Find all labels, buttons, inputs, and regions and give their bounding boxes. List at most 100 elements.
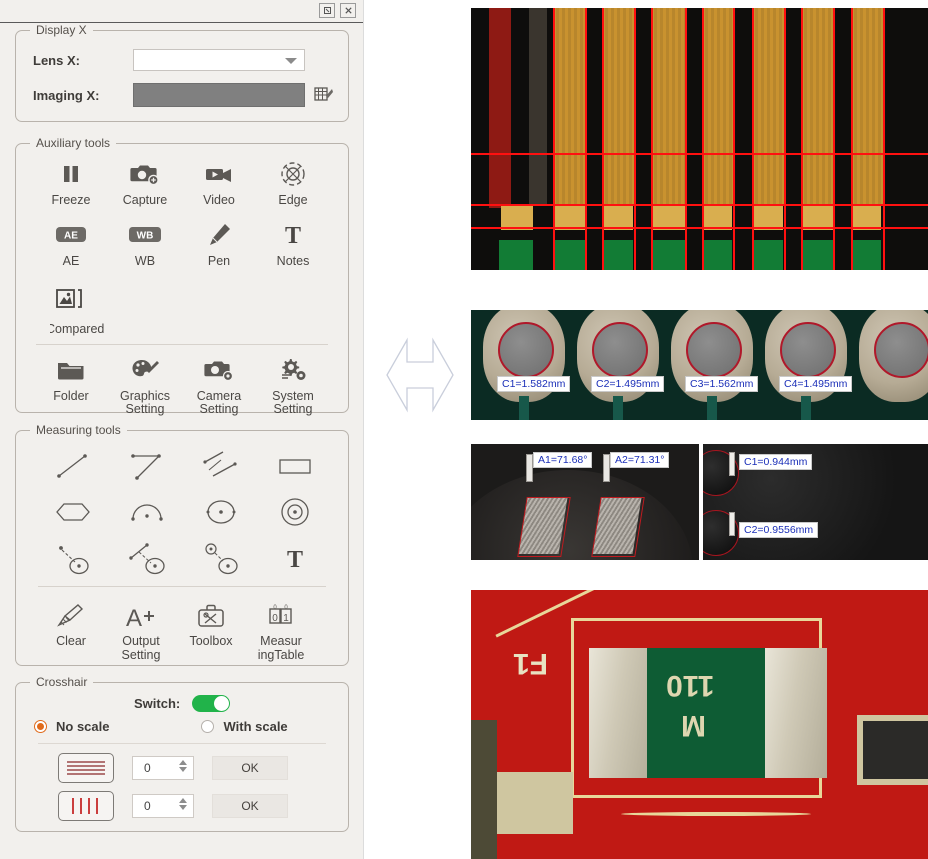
measure-text-annotation[interactable]: T — [258, 535, 332, 581]
auxiliary-tools-group: Auxiliary tools Freeze Capture Video Edg… — [15, 136, 349, 416]
horizontal-ok-button[interactable]: OK — [212, 756, 288, 780]
measure-rectangle[interactable] — [258, 443, 332, 489]
restore-window-icon[interactable] — [319, 3, 335, 18]
compare-image-icon — [54, 284, 88, 316]
solder-mask — [499, 240, 533, 270]
svg-text:T: T — [287, 547, 303, 573]
tool-video[interactable]: Video — [182, 158, 256, 207]
substrate-red-layer — [489, 8, 511, 208]
tool-system-setting[interactable]: System Setting — [256, 354, 330, 416]
action-label-line2: ingTable — [257, 647, 305, 662]
radio-label: No scale — [56, 719, 110, 734]
via-measurement-view[interactable]: C1=1.582mm C2=1.495mm C3=1.562mm C4=1.49… — [471, 310, 928, 420]
auxiliary-settings-grid: Folder Graphics Setting Camera Setting S… — [34, 354, 330, 428]
radio-indicator — [201, 720, 215, 733]
horizontal-count-input[interactable]: 0 — [132, 756, 194, 780]
lens-label: Lens X: — [33, 52, 80, 68]
tool-graphics-setting[interactable]: Graphics Setting — [108, 354, 182, 416]
crosshair-vertical — [883, 8, 885, 270]
close-window-icon[interactable] — [340, 3, 356, 18]
vertical-ok-button[interactable]: OK — [212, 794, 288, 818]
palette-icon — [130, 354, 160, 386]
crosshair-horizontal — [471, 204, 928, 206]
radio-no-scale[interactable]: No scale — [34, 719, 109, 734]
tool-compared[interactable] — [34, 284, 108, 316]
cross-section-view[interactable] — [471, 8, 928, 270]
spinner-up-icon[interactable] — [179, 798, 187, 803]
tool-edge[interactable]: Edge — [256, 158, 330, 207]
calibration-icon[interactable] — [314, 86, 334, 104]
tool-label: Freeze — [51, 193, 91, 207]
angle-measurement-view[interactable]: A1=71.68° A2=71.31° — [471, 444, 699, 560]
via-hole — [592, 322, 648, 378]
folder-icon — [56, 354, 86, 386]
horizontal-crosshair-row: 0 OK — [58, 753, 288, 783]
fuse-terminal — [765, 648, 827, 778]
imaging-field[interactable] — [133, 83, 305, 107]
angle-pin — [526, 454, 533, 482]
solder-mask — [851, 240, 881, 270]
action-output-setting[interactable]: A Output Setting — [106, 599, 176, 662]
tool-ae[interactable]: AE AE — [34, 219, 108, 268]
measure-point-to-circle[interactable] — [36, 535, 110, 581]
svg-text:0: 0 — [284, 605, 288, 611]
dark-column — [529, 8, 547, 204]
vertical-lines-icon[interactable] — [58, 791, 114, 821]
measure-parallel-lines[interactable] — [184, 443, 258, 489]
vertical-count-input[interactable]: 0 — [132, 794, 194, 818]
vertical-spinner-arrows[interactable] — [179, 798, 187, 810]
crosshair-vertical — [685, 8, 687, 270]
tool-notes[interactable]: T Notes — [256, 219, 330, 268]
auxiliary-divider — [36, 344, 328, 345]
measure-circle-to-circle[interactable] — [184, 535, 258, 581]
tool-folder[interactable]: Folder — [34, 354, 108, 416]
copper-column — [752, 8, 785, 204]
measure-circle[interactable] — [184, 489, 258, 535]
spinner-up-icon[interactable] — [179, 760, 187, 765]
action-label: Output Setting — [121, 634, 161, 662]
hole-pin — [729, 452, 735, 476]
horizontal-count-value: 0 — [144, 761, 151, 775]
action-measuring-table[interactable]: 0 1 0 0 Measur ingTable — [246, 599, 316, 662]
lens-dropdown[interactable] — [133, 49, 305, 71]
silkscreen-arc — [621, 812, 811, 816]
pcb-fuse-view[interactable]: F1 110 M — [471, 590, 928, 859]
tool-label: Graphics Setting — [119, 389, 171, 417]
tool-capture[interactable]: Capture — [108, 158, 182, 207]
gears-icon — [278, 354, 308, 386]
tool-wb[interactable]: WB WB — [108, 219, 182, 268]
measure-angle[interactable] — [110, 443, 184, 489]
tool-camera-setting[interactable]: Camera Setting — [182, 354, 256, 416]
copper-column — [602, 8, 635, 204]
tool-freeze[interactable]: Freeze — [34, 158, 108, 207]
radio-indicator — [34, 720, 47, 733]
spinner-down-icon[interactable] — [179, 805, 187, 810]
broom-icon — [56, 599, 86, 633]
measure-line[interactable] — [36, 443, 110, 489]
copper-column — [851, 8, 883, 204]
measurement-label: C2=1.495mm — [591, 376, 665, 392]
measure-arc[interactable] — [110, 489, 184, 535]
toolbox-icon — [195, 599, 227, 633]
measurement-label: C1=0.944mm — [739, 454, 813, 470]
measure-concentric-circles[interactable] — [258, 489, 332, 535]
hole-measurement-view[interactable]: C1=0.944mm C2=0.9556mm — [703, 444, 928, 560]
compared-label: Compared — [50, 322, 105, 336]
angle-pin — [603, 454, 610, 482]
via-trace — [613, 396, 623, 420]
action-clear[interactable]: Clear — [36, 599, 106, 662]
probe-shadow — [471, 720, 497, 859]
measure-polygon[interactable] — [36, 489, 110, 535]
tool-label: WB — [134, 254, 156, 269]
crosshair-toggle[interactable] — [192, 695, 231, 712]
control-panel: Display X Lens X: Imaging X: Auxiliary t… — [0, 0, 364, 859]
tool-pen[interactable]: Pen — [182, 219, 256, 268]
pause-icon — [58, 158, 84, 190]
horizontal-lines-icon[interactable] — [58, 753, 114, 783]
spinner-down-icon[interactable] — [179, 767, 187, 772]
horizontal-spinner-arrows[interactable] — [179, 760, 187, 772]
measure-line-to-circle[interactable] — [110, 535, 184, 581]
radio-with-scale[interactable]: With scale — [201, 719, 288, 734]
action-toolbox[interactable]: Toolbox — [176, 599, 246, 662]
crosshair-vertical — [833, 8, 835, 270]
